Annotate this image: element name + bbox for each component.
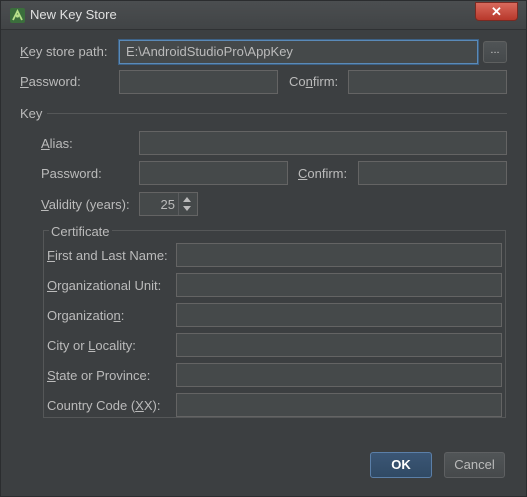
spinner-down-icon[interactable] (183, 206, 191, 211)
window-title: New Key Store (30, 7, 117, 22)
cancel-button[interactable]: Cancel (444, 452, 505, 478)
first-last-name-label: First and Last Name: (47, 248, 168, 263)
country-code-label: Country Code (XX): (47, 398, 161, 413)
validity-value: 25 (160, 197, 175, 212)
organizational-unit-label: Organizational Unit: (47, 278, 162, 293)
title-bar: New Key Store ✕ (1, 1, 526, 30)
key-password-input[interactable] (139, 161, 288, 185)
alias-label: Alias: (41, 136, 73, 151)
browse-button[interactable]: ... (483, 41, 507, 63)
certificate-section-title: Certificate (49, 224, 112, 239)
key-store-path-value: E:\AndroidStudioPro\AppKey (126, 44, 293, 59)
ellipsis-icon: ... (490, 44, 500, 56)
key-confirm-input[interactable] (358, 161, 507, 185)
keystore-confirm-input[interactable] (348, 70, 507, 94)
key-store-path-input[interactable]: E:\AndroidStudioPro\AppKey (119, 40, 478, 64)
close-button[interactable]: ✕ (475, 2, 518, 21)
country-code-input[interactable] (176, 393, 502, 417)
first-last-name-input[interactable] (176, 243, 502, 267)
ok-button[interactable]: OK (370, 452, 432, 478)
city-locality-input[interactable] (176, 333, 502, 357)
close-icon: ✕ (491, 4, 502, 19)
alias-input[interactable] (139, 131, 507, 155)
organizational-unit-input[interactable] (176, 273, 502, 297)
organization-label: Organization: (47, 308, 125, 323)
key-store-path-label: Key store path: (20, 44, 108, 59)
key-confirm-label: Confirm: (298, 166, 348, 181)
keystore-password-label: Password: (20, 74, 81, 89)
validity-spinner[interactable]: 25 (139, 192, 198, 216)
android-studio-icon (10, 8, 25, 23)
validity-spinner-buttons (178, 193, 197, 215)
organization-input[interactable] (176, 303, 502, 327)
new-key-store-dialog: New Key Store ✕ Key store path: E:\Andro… (0, 0, 527, 497)
validity-label: Validity (years): (41, 197, 130, 212)
state-province-input[interactable] (176, 363, 502, 387)
key-password-label: Password: (41, 166, 102, 181)
key-section-title: Key (20, 106, 43, 121)
spinner-up-icon[interactable] (183, 197, 191, 202)
keystore-confirm-label: Confirm: (289, 74, 339, 89)
key-section-divider (47, 113, 507, 114)
keystore-password-input[interactable] (119, 70, 278, 94)
state-province-label: State or Province: (47, 368, 151, 383)
city-locality-label: City or Locality: (47, 338, 136, 353)
